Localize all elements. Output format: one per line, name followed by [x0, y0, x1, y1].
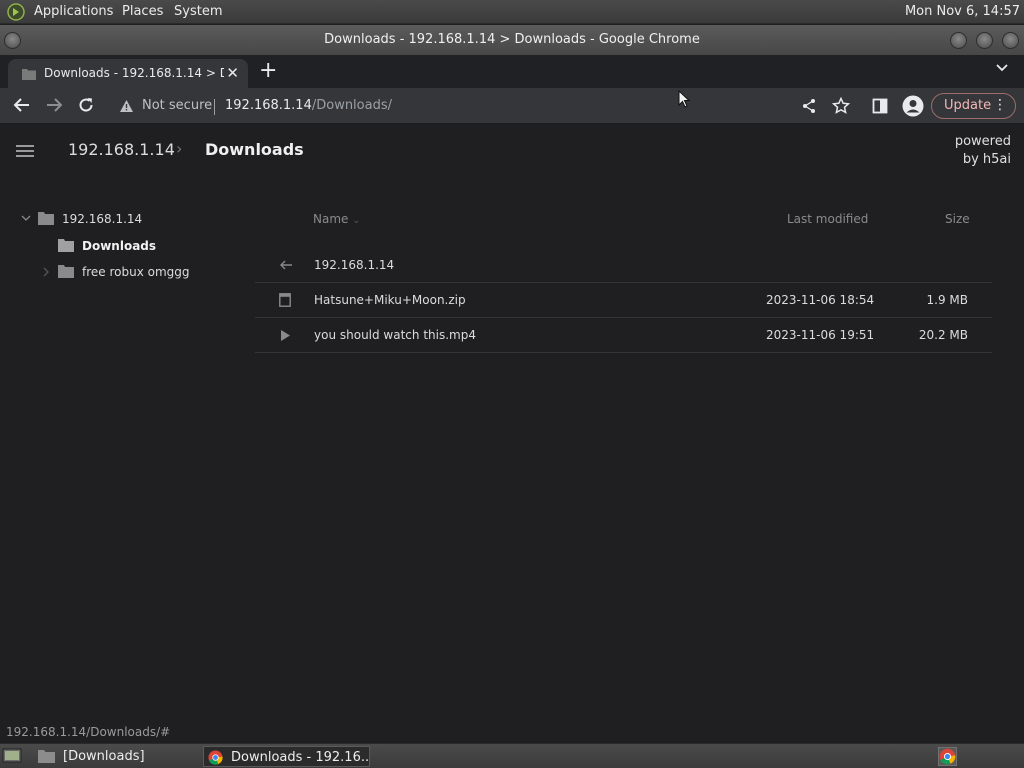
breadcrumb-root[interactable]: 192.168.1.14	[68, 140, 175, 159]
file-name: Hatsune+Miku+Moon.zip	[314, 293, 466, 307]
taskbar-item-chrome[interactable]: Downloads - 192.16...	[203, 746, 370, 767]
tree-item-label: 192.168.1.14	[62, 212, 143, 226]
close-window-button[interactable]	[1002, 32, 1019, 49]
breadcrumb-current[interactable]: Downloads	[205, 140, 304, 159]
bookmark-star-icon[interactable]	[832, 97, 850, 115]
profile-avatar-icon[interactable]	[902, 95, 924, 117]
more-menu-icon[interactable]: ⋮	[993, 97, 1007, 113]
tab-title: Downloads - 192.168.1.14 > Dc	[44, 66, 224, 80]
update-label: Update	[944, 98, 992, 113]
security-label[interactable]: Not secure	[142, 98, 212, 113]
window-title: Downloads - 192.168.1.14 > Downloads - G…	[324, 32, 700, 47]
powered-by[interactable]: powered by h5ai	[955, 133, 1011, 169]
close-tab-icon[interactable]: ✕	[226, 64, 239, 82]
maximize-button[interactable]	[976, 32, 993, 49]
column-size-header[interactable]: Size	[945, 212, 970, 226]
folder-icon	[22, 69, 36, 80]
minimize-button[interactable]	[950, 32, 967, 49]
desktop-taskbar: [Downloads] Downloads - 192.16...	[0, 743, 1024, 768]
menu-places[interactable]: Places	[122, 4, 163, 19]
screen: Applications Places System Mon Nov 6, 14…	[0, 0, 1024, 768]
url-host: 192.168.1.14	[225, 98, 312, 113]
menu-applications[interactable]: Applications	[34, 4, 113, 19]
table-row[interactable]: Hatsune+Miku+Moon.zip 2023-11-06 18:54 1…	[255, 283, 992, 318]
url-text[interactable]: 192.168.1.14/Downloads/	[225, 98, 392, 113]
desktop-top-panel: Applications Places System Mon Nov 6, 14…	[0, 0, 1024, 24]
video-icon	[281, 330, 290, 341]
taskbar-item-file-manager[interactable]: [Downloads]	[63, 746, 183, 767]
tab-search-icon[interactable]	[996, 64, 1008, 72]
powered-line-2: by h5ai	[962, 152, 1011, 167]
parent-arrow-icon	[280, 260, 292, 270]
folder-icon	[58, 265, 74, 278]
parent-folder-label: 192.168.1.14	[314, 258, 395, 272]
tree-item-label: free robux omggg	[82, 265, 190, 279]
tab-downloads[interactable]: Downloads - 192.168.1.14 > Dc ✕	[8, 59, 248, 88]
forward-icon[interactable]	[45, 96, 63, 114]
tree-item-downloads[interactable]: Downloads	[58, 239, 156, 253]
back-icon[interactable]	[13, 96, 31, 114]
tree-expand-icon[interactable]	[21, 215, 31, 222]
tree-collapse-icon[interactable]	[43, 267, 49, 277]
file-icon	[279, 293, 291, 307]
browser-toolbar: Not secure 192.168.1.14/Downloads/ Updat…	[0, 88, 1024, 124]
file-size: 1.9 MB	[926, 293, 968, 307]
page-content: 192.168.1.14 › Downloads powered by h5ai…	[0, 125, 1024, 742]
taskbar-item-label: Downloads - 192.16...	[231, 750, 370, 765]
sort-caret-icon: ⌄	[352, 215, 361, 226]
folder-icon	[58, 239, 74, 252]
table-row[interactable]: you should watch this.mp4 2023-11-06 19:…	[255, 318, 992, 353]
omnibox-divider	[214, 99, 215, 115]
reload-icon[interactable]	[77, 96, 95, 114]
tab-strip: Downloads - 192.168.1.14 > Dc ✕	[0, 55, 1024, 88]
column-name-header[interactable]: Name ⌄	[313, 212, 361, 226]
file-name: you should watch this.mp4	[314, 328, 476, 342]
status-bubble: 192.168.1.14/Downloads/#	[0, 724, 177, 742]
sidebar-toggle-icon[interactable]	[16, 145, 34, 157]
url-path: /Downloads/	[311, 98, 392, 113]
tree-item-label: Downloads	[82, 239, 157, 253]
menu-system[interactable]: System	[174, 4, 222, 19]
column-name-label: Name	[313, 212, 349, 226]
window-titlebar[interactable]: Downloads - 192.168.1.14 > Downloads - G…	[0, 25, 1024, 55]
file-size: 20.2 MB	[918, 328, 968, 342]
side-panel-icon[interactable]	[872, 98, 888, 114]
clock[interactable]: Mon Nov 6, 14:57	[905, 4, 1020, 19]
column-modified-header[interactable]: Last modified	[787, 212, 868, 226]
share-icon[interactable]	[801, 98, 817, 114]
tree-item-free-robux[interactable]: free robux omggg	[58, 265, 190, 279]
breadcrumb-separator-icon: ›	[176, 139, 183, 158]
distro-logo-icon[interactable]	[7, 3, 25, 21]
file-modified: 2023-11-06 18:54	[766, 293, 875, 307]
chrome-icon	[208, 750, 223, 765]
powered-line-1: powered	[954, 134, 1011, 149]
show-desktop-icon[interactable]	[2, 747, 22, 765]
window-menu-button[interactable]	[4, 32, 21, 49]
new-tab-icon[interactable]: +	[259, 58, 277, 83]
parent-folder-row[interactable]: 192.168.1.14	[255, 248, 992, 283]
warning-icon[interactable]	[119, 99, 134, 113]
mouse-cursor-icon	[678, 90, 690, 108]
update-button[interactable]: Update ⋮	[931, 93, 1016, 119]
tree-item-root[interactable]: 192.168.1.14	[38, 212, 142, 226]
folder-icon	[38, 212, 54, 225]
address-bar[interactable]: Not secure 192.168.1.14/Downloads/	[110, 91, 862, 121]
file-modified: 2023-11-06 19:51	[766, 328, 875, 342]
folder-icon	[38, 750, 55, 763]
chrome-tray-icon[interactable]	[938, 747, 957, 766]
